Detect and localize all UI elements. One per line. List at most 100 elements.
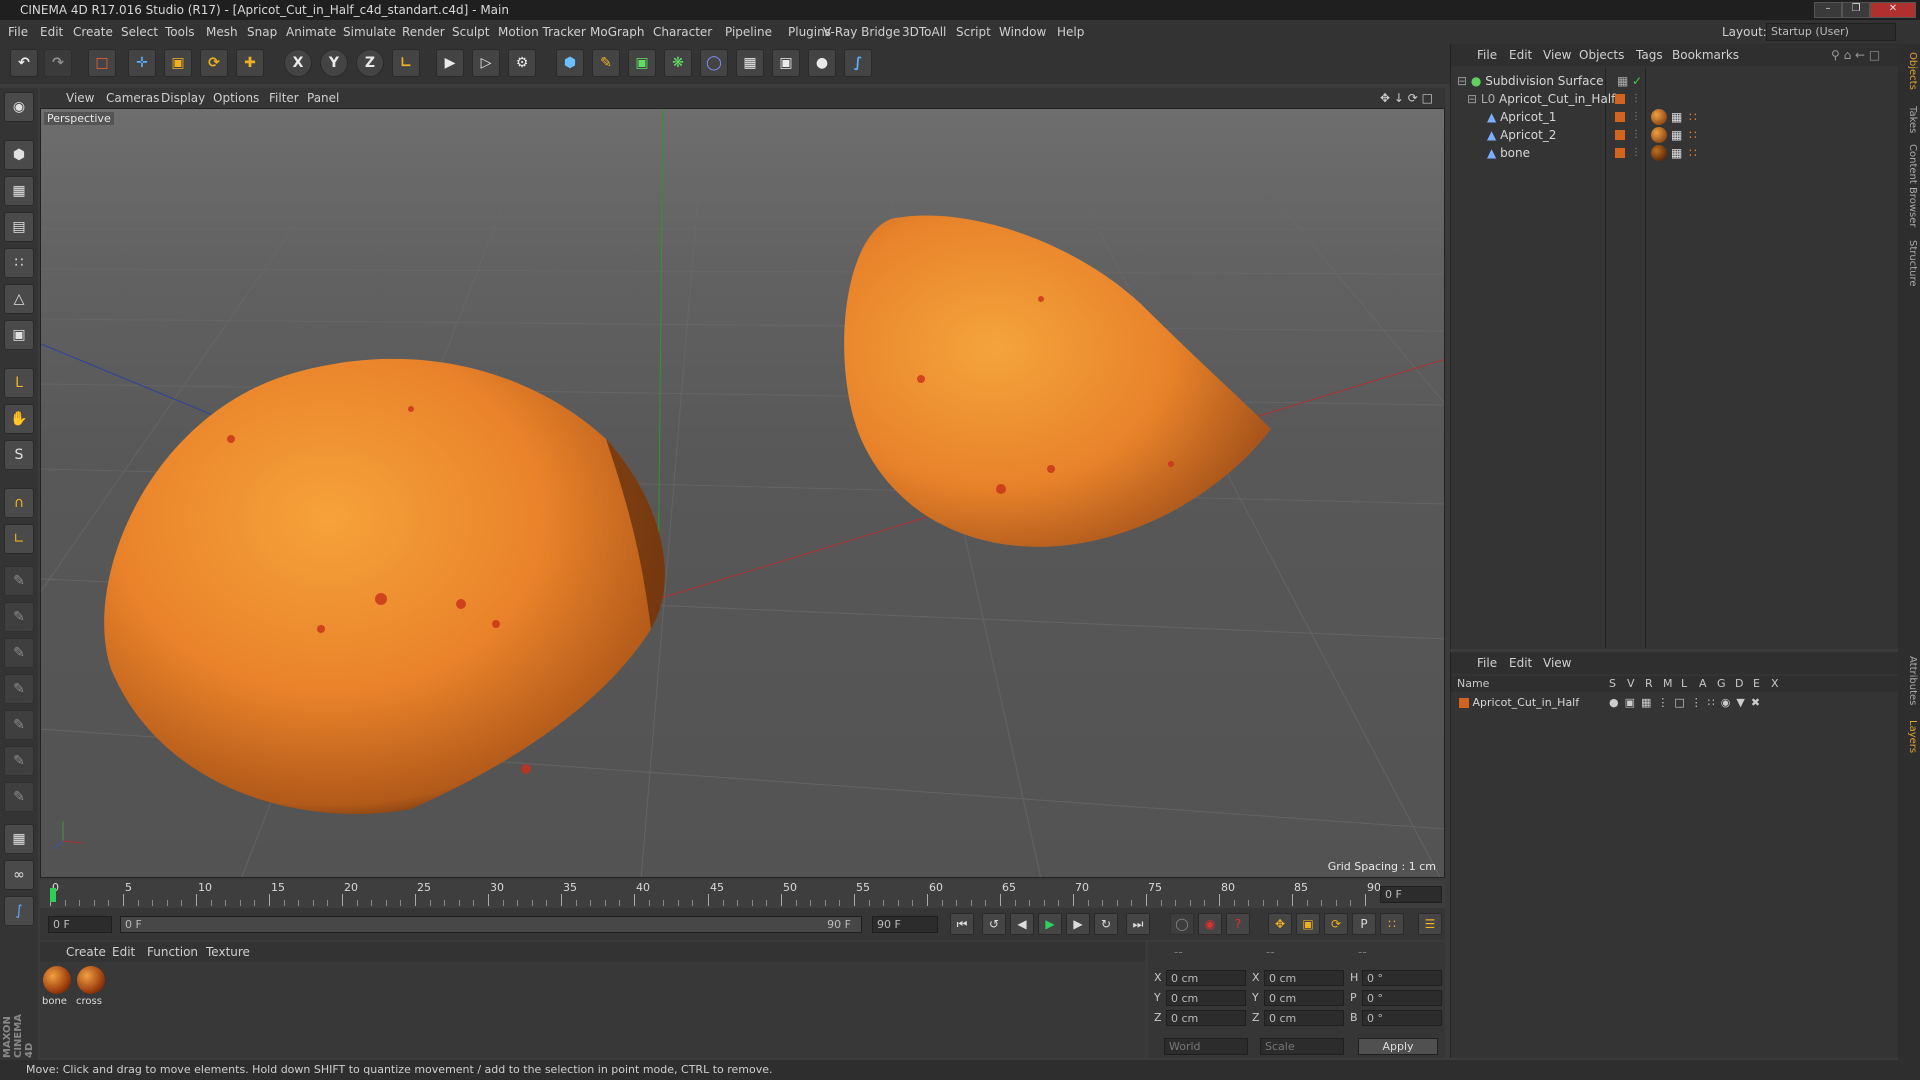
object-name[interactable]: Apricot_2 [1500,128,1556,142]
layer-color-swatch[interactable] [1615,94,1625,104]
enable-axis-icon[interactable]: L [4,368,34,398]
close-icon[interactable]: ✕ [1870,2,1916,18]
tweak-mode-icon[interactable]: ✋ [4,404,34,434]
floor-icon[interactable]: ▦ [736,49,764,77]
object-row-bone[interactable]: ▲ bone ⋮ ▦ ∷ [1487,144,1897,162]
layer-name[interactable]: Apricot_Cut_in_Half [1473,696,1580,709]
layout-select[interactable]: Startup (User) [1766,23,1896,41]
brush-6-icon[interactable]: ✎ [4,746,34,776]
mat-menu-texture[interactable]: Texture [206,942,250,962]
deformer-icon[interactable]: ◯ [700,49,728,77]
render-picture-viewer-icon[interactable]: ▷ [472,49,500,77]
material-tag-icon[interactable] [1651,109,1667,125]
obj-menu-view[interactable]: View [1543,44,1571,66]
layer-col-solo[interactable]: S [1609,676,1616,692]
key-parameter-icon[interactable]: P [1352,913,1376,935]
layer-color-swatch[interactable] [1615,148,1625,158]
menu-window[interactable]: Window [999,20,1046,44]
vp-menu-cameras[interactable]: Cameras [106,88,159,108]
obj-menu-file[interactable]: File [1477,44,1497,66]
material-tag-icon[interactable] [1651,127,1667,143]
polygons-mode-icon[interactable]: ▣ [4,320,34,350]
material-tag-icon[interactable] [1651,145,1667,161]
frame-range-slider[interactable]: 0 F 90 F [120,916,862,933]
object-row-subdivision-surface[interactable]: ⊟ ● Subdivision Surface ▦ ✓ [1457,72,1897,90]
position-z-field[interactable]: 0 cm [1166,1010,1246,1026]
python-script-icon[interactable]: ∫ [4,896,34,926]
layer-col-render[interactable]: R [1645,676,1653,692]
size-mode-select[interactable]: Scale [1260,1038,1344,1055]
axis-icon[interactable]: ∟ [4,524,34,554]
apricot-half-2[interactable] [844,215,1271,547]
size-x-field[interactable]: 0 cm [1264,970,1344,986]
magnet-icon[interactable]: ∩ [4,488,34,518]
material-cross[interactable]: cross [76,966,106,1010]
subdivision-surface-icon[interactable]: ▣ [628,49,656,77]
menu-vray-bridge[interactable]: V-Ray Bridge [823,20,900,44]
rotate-tool-icon[interactable]: ⟳ [200,49,228,77]
play-icon[interactable]: ▶ [1038,913,1062,935]
layer-menu-edit[interactable]: Edit [1509,652,1532,674]
vp-menu-panel[interactable]: Panel [307,88,339,108]
layer-color-swatch[interactable] [1615,112,1625,122]
apply-button[interactable]: Apply [1358,1038,1438,1055]
tab-structure[interactable]: Structure [1900,240,1918,287]
brush-2-icon[interactable]: ✎ [4,602,34,632]
tab-attributes[interactable]: Attributes [1900,656,1918,705]
pen-spline-icon[interactable]: ✎ [592,49,620,77]
object-row-apricot-2[interactable]: ▲ Apricot_2 ⋮ ▦ ∷ [1487,126,1897,144]
phong-tag-icon[interactable]: ∷ [1689,144,1697,162]
timeline-window-icon[interactable]: ☰ [1418,913,1442,935]
next-frame-icon[interactable]: ▶ [1066,913,1090,935]
previous-frame-icon[interactable]: ◀ [1010,913,1034,935]
coordinate-space-select[interactable]: World [1164,1038,1248,1055]
rotation-h-field[interactable]: 0 ° [1362,970,1442,986]
mat-menu-create[interactable]: Create [66,942,106,962]
minimize-icon[interactable]: – [1814,2,1842,18]
grid-lock-icon[interactable]: ▦ [4,824,34,854]
menu-simulate[interactable]: Simulate [343,20,396,44]
go-to-end-icon[interactable]: ⏭ [1126,913,1150,935]
vp-menu-display[interactable]: Display [161,88,205,108]
viewport-nav-icons[interactable]: ✥ ↓ ⟳ □ [1380,88,1433,108]
phong-tag-icon[interactable]: ∷ [1689,108,1697,126]
visibility-dots-icon[interactable]: ⋮ [1631,126,1641,144]
tab-content-browser[interactable]: Content Browser [1900,144,1918,227]
tab-takes[interactable]: Takes [1900,106,1918,133]
live-selection-icon[interactable]: □ [88,49,116,77]
points-mode-icon[interactable]: ∷ [4,248,34,278]
start-frame-field[interactable]: 0 F [48,916,112,933]
camera-icon[interactable]: ▣ [772,49,800,77]
layer-col-manager[interactable]: M [1663,676,1673,692]
record-keys-disabled-icon[interactable]: ◯ [1170,913,1194,935]
transform-icon[interactable]: ✚ [236,49,264,77]
size-z-field[interactable]: 0 cm [1264,1010,1344,1026]
uvw-tag-icon[interactable]: ▦ [1671,126,1682,144]
menu-help[interactable]: Help [1057,20,1084,44]
y-axis-lock-button[interactable]: Y [320,49,348,77]
obj-search-icon[interactable]: ⚲ ⌂ ← □ [1831,44,1880,66]
layer-menu-view[interactable]: View [1543,652,1571,674]
workplane-icon[interactable]: ▤ [4,212,34,242]
menu-pipeline[interactable]: Pipeline [725,20,772,44]
brush-1-icon[interactable]: ✎ [4,566,34,596]
menu-select[interactable]: Select [121,20,158,44]
end-frame-field[interactable]: 90 F [872,916,938,933]
texture-mode-icon[interactable]: ▦ [4,176,34,206]
position-x-field[interactable]: 0 cm [1166,970,1246,986]
vp-menu-filter[interactable]: Filter [269,88,299,108]
layer-menu-file[interactable]: File [1477,652,1497,674]
scale-tool-icon[interactable]: ▣ [164,49,192,77]
restore-icon[interactable]: ❐ [1842,2,1870,18]
layer-col-generators[interactable]: G [1717,676,1726,692]
uvw-tag-icon[interactable]: ▦ [1671,108,1682,126]
previous-key-icon[interactable]: ↺ [982,913,1006,935]
object-mode-icon[interactable]: ⬢ [4,140,34,170]
layer-col-name[interactable]: Name [1457,676,1489,692]
tab-objects[interactable]: Objects [1900,52,1918,90]
layer-col-view[interactable]: V [1627,676,1635,692]
timeline-ruler[interactable]: 051015202530354045505560657075808590 [50,880,1381,908]
next-key-icon[interactable]: ↻ [1094,913,1118,935]
key-position-icon[interactable]: ✥ [1268,913,1292,935]
key-scale-icon[interactable]: ▣ [1296,913,1320,935]
